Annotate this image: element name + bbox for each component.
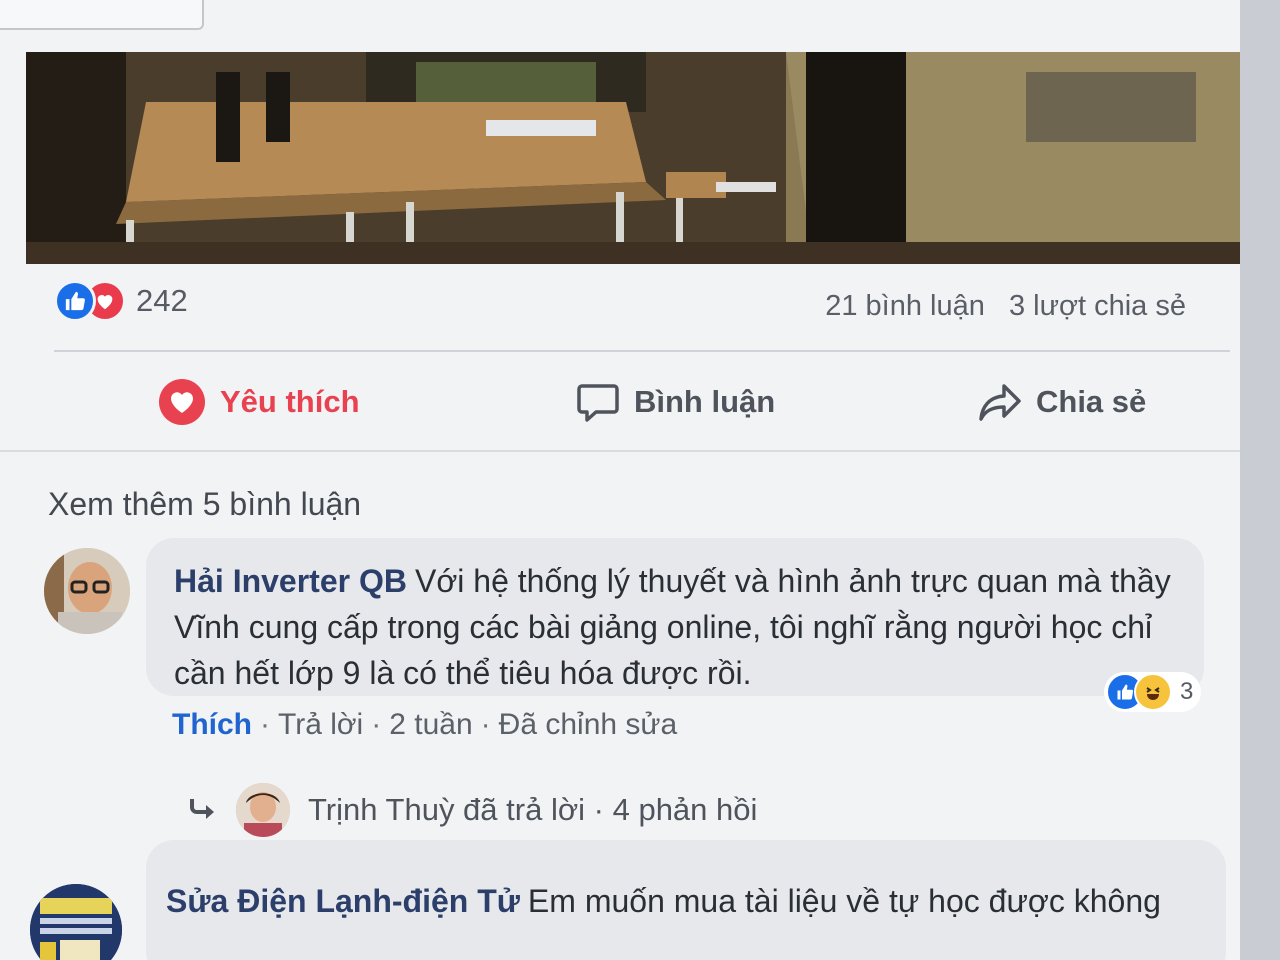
comment-bubble: Hải Inverter QB Với hệ thống lý thuyết và… (146, 538, 1204, 696)
comment-reaction-count: 3 (1180, 678, 1194, 705)
avatar-photo (44, 548, 130, 634)
view-replies-link[interactable]: Trịnh Thuỳ đã trả lời · 4 phản hồi (188, 782, 757, 838)
share-button[interactable]: Chia sẻ (978, 360, 1146, 444)
avatar-photo (30, 884, 122, 960)
reply-summary: Trịnh Thuỳ đã trả lời · 4 phản hồi (308, 792, 758, 827)
share-count-link[interactable]: 3 lượt chia sẻ (1009, 290, 1186, 322)
separator: · (260, 708, 270, 741)
comment-text: Hải Inverter QB Với hệ thống lý thuyết và… (174, 558, 1176, 696)
view-more-comments-link[interactable]: Xem thêm 5 bình luận (48, 486, 361, 523)
comment-timestamp[interactable]: 2 tuần (389, 708, 472, 741)
comment-reply-link[interactable]: Trả lời (278, 708, 363, 741)
like-button-label: Yêu thích (220, 384, 360, 419)
reply-arrow-icon (188, 797, 218, 823)
comment-button-label: Bình luận (634, 384, 776, 419)
comment-author-link[interactable]: Sửa Điện Lạnh-điện Tử (166, 883, 520, 919)
comment-icon (576, 380, 620, 424)
like-icon (54, 280, 96, 322)
separator: · (480, 708, 491, 741)
comment-bubble: Sửa Điện Lạnh-điện Tử Em muốn mua tài liệ… (146, 840, 1226, 960)
share-button-label: Chia sẻ (1036, 384, 1147, 419)
avatar[interactable] (30, 884, 122, 960)
comment-button[interactable]: Bình luận (576, 360, 775, 444)
like-button[interactable]: Yêu thích (158, 360, 360, 444)
top-dropdown[interactable] (0, 0, 204, 30)
love-icon (158, 378, 206, 426)
classroom-photo (26, 52, 1240, 264)
reaction-summary[interactable]: 242 (54, 278, 188, 324)
share-arrow-icon (978, 382, 1022, 422)
comment-body: Em muốn mua tài liệu về tự học được khôn… (527, 883, 1161, 919)
avatar[interactable] (44, 548, 130, 634)
comment-count-link[interactable]: 21 bình luận (825, 290, 985, 322)
page-background (1240, 0, 1280, 960)
haha-icon (1134, 673, 1172, 711)
divider (0, 450, 1240, 452)
divider (54, 350, 1230, 352)
comment-like-link[interactable]: Thích (172, 708, 252, 741)
comment-edited-label[interactable]: Đã chỉnh sửa (499, 708, 678, 741)
comment-actions: Thích · Trả lời · 2 tuần · Đã chỉnh sửa (172, 708, 677, 742)
reply-avatar (236, 783, 290, 837)
comment-reaction-summary[interactable]: 3 (1104, 672, 1202, 712)
post-image[interactable] (26, 52, 1240, 264)
comment-author-link[interactable]: Hải Inverter QB (174, 563, 407, 599)
comment-text: Sửa Điện Lạnh-điện Tử Em muốn mua tài liệ… (166, 878, 1206, 924)
post-card: 242 21 bình luận 3 lượt chia sẻ Yêu thíc… (0, 0, 1240, 960)
reaction-count: 242 (136, 283, 188, 318)
post-stats: 21 bình luận 3 lượt chia sẻ (825, 290, 1186, 323)
post-action-bar: Yêu thích Bình luận Chia sẻ (54, 360, 1230, 444)
separator: · (371, 708, 382, 741)
